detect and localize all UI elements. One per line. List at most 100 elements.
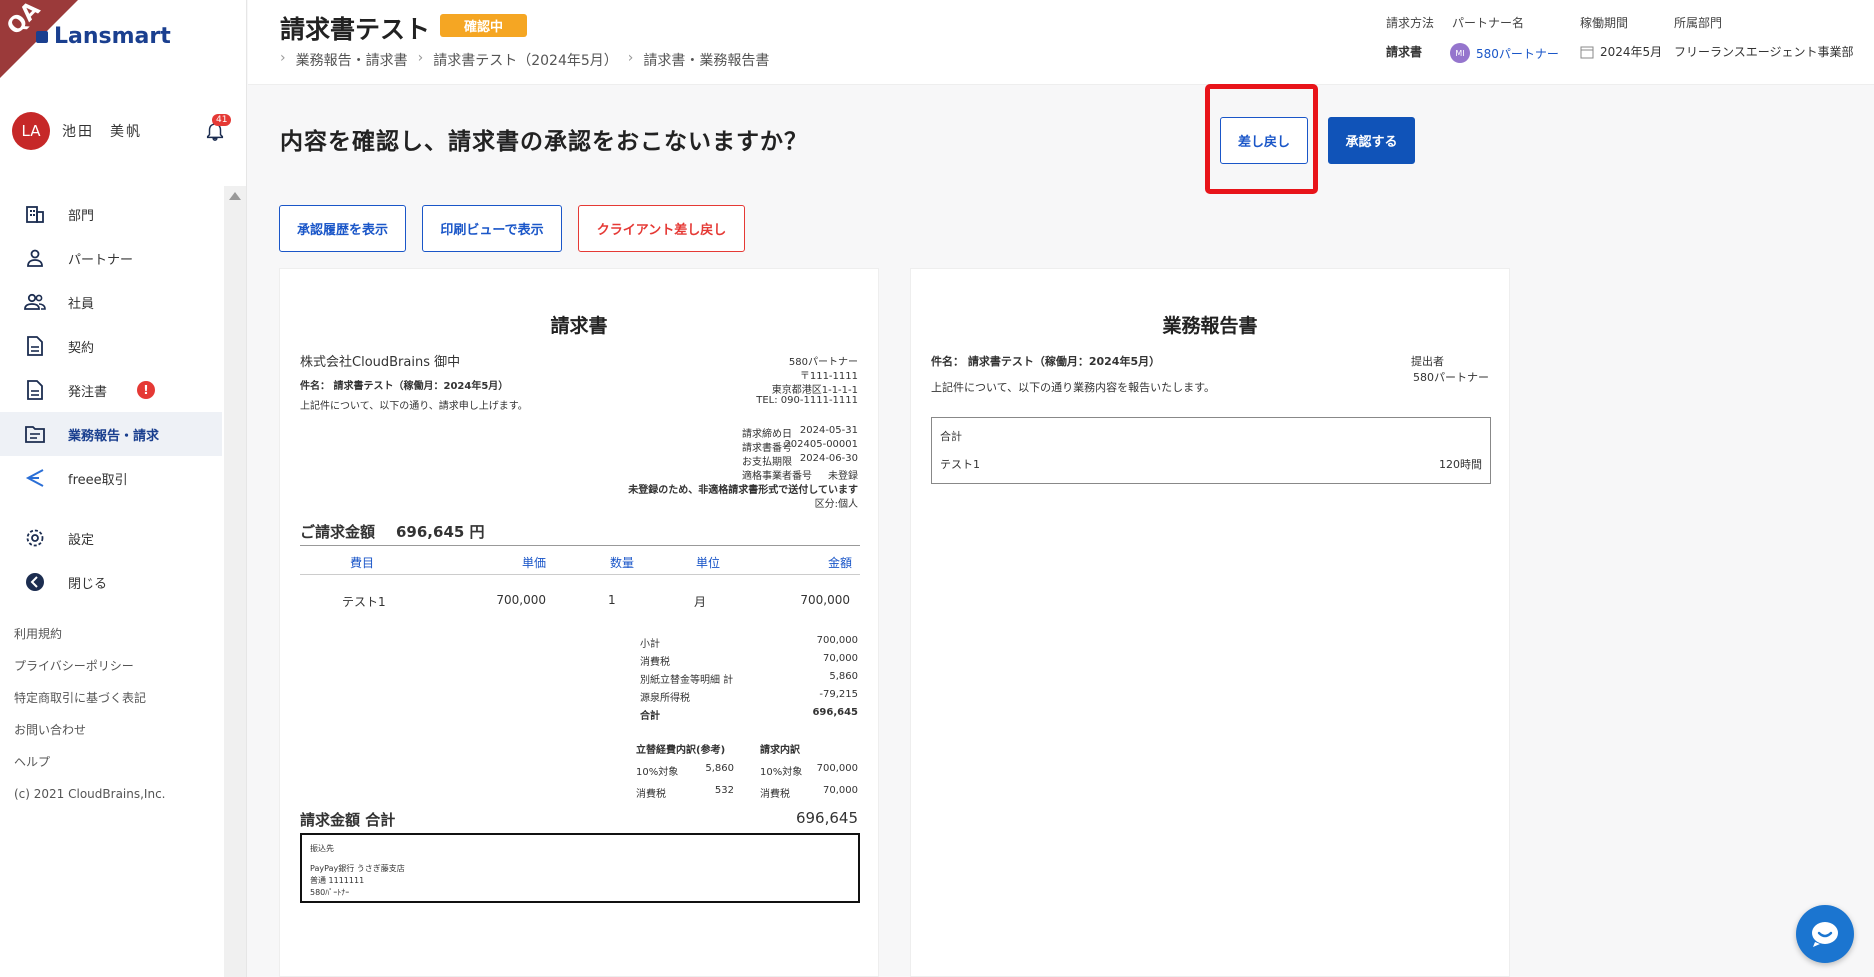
sidebar-item-label: 業務報告・請求 <box>68 428 160 444</box>
sidebar-item-freee[interactable]: freee取引 <box>0 456 222 500</box>
approval-history-button[interactable]: 承認履歴を表示 <box>279 205 406 252</box>
report-item: テスト1 <box>940 458 980 471</box>
partner-name-link[interactable]: 580パートナー <box>1476 45 1559 62</box>
privacy-link[interactable]: プライバシーポリシー <box>14 650 166 682</box>
sidebar-item-label: 社員 <box>68 296 95 312</box>
breakdown-value: 532 <box>714 785 734 796</box>
work-period: 2024年5月 <box>1600 45 1663 59</box>
partner-avatar: MI <box>1450 43 1470 63</box>
gear-icon <box>24 527 46 549</box>
report-intro: 上記件について、以下の通り業務内容を報告いたします。 <box>931 381 1216 394</box>
sidebar-item-close[interactable]: 閉じる <box>0 560 222 604</box>
item-unit: 月 <box>694 595 707 609</box>
status-badge: 確認中 <box>440 14 528 37</box>
print-view-button[interactable]: 印刷ビューで表示 <box>422 205 562 252</box>
billing-amount-label: ご請求金額 <box>300 523 376 541</box>
item-unit-price: 700,000 <box>496 593 546 607</box>
total-amount: 696,645 <box>795 809 858 827</box>
info-value: 202405-00001 <box>784 439 858 450</box>
calendar-icon <box>1580 46 1594 58</box>
item-quantity: 1 <box>608 593 616 607</box>
summary-value: 700,000 <box>816 635 858 646</box>
sidebar-item-label: 閉じる <box>68 576 108 592</box>
logo[interactable]: Lansmart <box>36 24 171 49</box>
summary-value: -79,215 <box>819 689 858 700</box>
sidebar-item-label: 設定 <box>68 532 95 548</box>
sidebar-item-employees[interactable]: 社員 <box>0 280 222 324</box>
summary-label: 消費税 <box>640 657 670 668</box>
items-table-header: 費目 単価 数量 単位 金額 <box>300 545 860 575</box>
approval-question: 内容を確認し、請求書の承認をおこないますか？ <box>280 129 808 155</box>
column-header: 金額 <box>827 556 852 570</box>
chevron-right-icon: › <box>280 50 286 66</box>
person-icon <box>24 247 46 269</box>
breakdown-label: 10%対象 <box>760 767 803 778</box>
sidebar-item-label: 部門 <box>68 208 95 224</box>
breakdown-label: 10%対象 <box>636 767 679 778</box>
document-icon <box>24 335 46 357</box>
info-label: お支払期限 <box>742 457 792 468</box>
help-link[interactable]: ヘルプ <box>14 746 166 778</box>
work-period-value: 2024年5月 <box>1580 43 1662 60</box>
logo-mark-icon <box>36 30 48 43</box>
sidebar-item-label: 発注書 <box>68 384 108 400</box>
report-panel: 業務報告書 件名： 請求書テスト（稼働月：2024年5月） 上記件について、以下… <box>910 268 1510 977</box>
breadcrumb-item: 請求書・業務報告書 <box>643 53 770 69</box>
client-reject-button[interactable]: クライアント差し戻し <box>578 205 745 252</box>
breadcrumb-item[interactable]: 請求書テスト（2024年5月） <box>433 50 618 70</box>
logo-text: Lansmart <box>54 24 171 49</box>
sidebar-item-partners[interactable]: パートナー <box>0 236 222 280</box>
work-period-label: 稼働期間 <box>1580 16 1629 30</box>
chevron-right-icon: › <box>627 50 634 66</box>
sidebar-nav: 部門 パートナー 社員 契約 発注書 ! 業務報告・請求 freee取引 設定 … <box>0 192 222 604</box>
user-profile[interactable]: LA 池田 美帆 <box>12 112 142 150</box>
summary-label: 小計 <box>640 639 660 650</box>
department-label: 所属部門 <box>1674 16 1723 30</box>
back-arrow-icon <box>24 571 46 593</box>
bank-holder: 580ﾊﾟｰﾄﾅｰ <box>310 888 350 897</box>
sidebar-item-reports-invoices[interactable]: 業務報告・請求 <box>0 412 222 456</box>
building-icon <box>24 203 46 225</box>
sidebar-item-settings[interactable]: 設定 <box>0 516 222 560</box>
department-value: フリーランスエージェント事業部 <box>1674 43 1854 60</box>
sidebar-item-label: パートナー <box>68 252 134 268</box>
user-name: 池田 美帆 <box>62 124 142 140</box>
approve-button[interactable]: 承認する <box>1328 117 1415 164</box>
info-value: 未登録 <box>828 471 858 482</box>
bank-name: PayPay銀行 うさぎ藤支店 <box>310 864 405 873</box>
partner-name-label: パートナー名 <box>1452 16 1525 30</box>
document-icon <box>24 379 46 401</box>
breakdown-value: 700,000 <box>816 763 858 774</box>
report-table: 合計 テスト1 120時間 <box>931 417 1491 484</box>
scroll-up-icon[interactable] <box>229 192 241 200</box>
sidebar-item-contracts[interactable]: 契約 <box>0 324 222 368</box>
copyright: (c) 2021 CloudBrains,Inc. <box>14 787 166 801</box>
column-header: 単位 <box>696 556 721 570</box>
invoice-category: 区分:個人 <box>814 499 858 510</box>
avatar: LA <box>12 112 50 150</box>
sidebar-item-purchase-orders[interactable]: 発注書 ! <box>0 368 222 412</box>
contact-link[interactable]: お問い合わせ <box>14 714 166 746</box>
partner-value[interactable]: MI 580パートナー <box>1450 43 1559 63</box>
sidebar-scrollbar[interactable] <box>224 186 246 977</box>
breadcrumb-item[interactable]: 業務報告・請求書 <box>296 50 408 70</box>
sidebar-item-label: 契約 <box>68 340 95 356</box>
department: フリーランスエージェント事業部 <box>1674 45 1854 59</box>
column-header: 数量 <box>610 556 635 570</box>
commerce-law-link[interactable]: 特定商取引に基づく表記 <box>14 682 166 714</box>
terms-link[interactable]: 利用規約 <box>14 618 166 650</box>
column-header: 単価 <box>522 556 547 570</box>
breakdown-head: 立替経費内訳(参考) <box>636 745 726 756</box>
invoice-subject: 件名： 請求書テスト（稼働月：2024年5月） <box>300 381 509 392</box>
issuer-name: 580パートナー <box>788 357 858 368</box>
summary-value: 696,645 <box>812 707 858 718</box>
info-label: 請求締め日 <box>742 429 792 440</box>
report-title: 業務報告書 <box>1162 315 1258 337</box>
invoice-title: 請求書 <box>550 315 608 337</box>
page-header: 請求書テスト 確認中 › 業務報告・請求書 › 請求書テスト（2024年5月） … <box>248 0 1874 85</box>
invoice-intro: 上記件について、以下の通り、請求申し上げます。 <box>300 401 528 412</box>
bank-info-box: 振込先 PayPay銀行 うさぎ藤支店 普通 1111111 580ﾊﾟｰﾄﾅｰ <box>300 833 860 903</box>
sidebar-item-departments[interactable]: 部門 <box>0 192 222 236</box>
breakdown-label: 消費税 <box>636 789 666 800</box>
chat-button[interactable] <box>1796 905 1854 963</box>
